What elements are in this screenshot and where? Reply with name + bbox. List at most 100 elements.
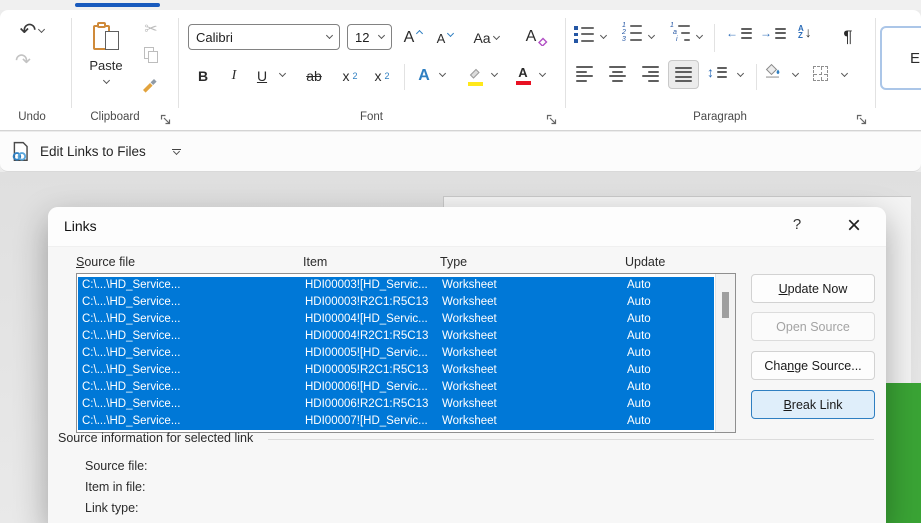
link-type-label: Link type: — [85, 501, 139, 515]
grow-font-button[interactable]: A — [400, 26, 426, 50]
active-tab-underline — [75, 3, 160, 7]
line-spacing-button[interactable]: ↕ — [707, 64, 727, 80]
links-cell: HDI00003![HD_Servic... — [305, 279, 428, 291]
ribbon: ↶ ↷ Undo Paste ✂ Clipboard — [0, 10, 921, 131]
italic-button[interactable]: I — [224, 64, 244, 88]
group-separator — [71, 18, 72, 108]
links-table-row[interactable]: C:\...\HD_Service...HDI00005![HD_Servic.… — [78, 345, 714, 362]
links-cell: Worksheet — [442, 313, 497, 325]
decrease-indent-button[interactable]: ← — [726, 26, 752, 40]
styles-gallery-preview[interactable]: E — [880, 26, 921, 90]
links-cell: C:\...\HD_Service... — [82, 330, 180, 342]
links-table-row[interactable]: C:\...\HD_Service...HDI00005!R2C1:R5C13W… — [78, 362, 714, 379]
font-color-button[interactable]: A — [510, 62, 536, 90]
column-header-source-file: Source file — [76, 255, 135, 269]
undo-button[interactable]: ↶ — [8, 18, 56, 44]
highlighter-icon — [467, 67, 483, 86]
links-cell: Auto — [627, 313, 651, 325]
bullets-button[interactable] — [574, 26, 594, 43]
edit-links-to-files-icon[interactable] — [10, 141, 32, 163]
item-in-file-label: Item in file: — [85, 480, 145, 494]
bold-button[interactable]: B — [192, 64, 214, 88]
links-table-row[interactable]: C:\...\HD_Service...HDI00003!R2C1:R5C13W… — [78, 294, 714, 311]
underline-dropdown-icon[interactable] — [279, 70, 286, 77]
edit-links-to-files-label[interactable]: Edit Links to Files — [40, 144, 146, 159]
multilevel-list-button[interactable]: 1 a i — [670, 24, 690, 42]
links-cell: HDI00004!R2C1:R5C13 — [305, 330, 428, 342]
pilcrow-icon: ¶ — [843, 27, 852, 47]
shading-button[interactable] — [764, 62, 782, 79]
open-source-button[interactable]: Open Source — [751, 312, 875, 341]
redo-button[interactable]: ↷ — [8, 48, 38, 74]
subscript-button[interactable]: x2 — [338, 64, 362, 88]
links-cell: Worksheet — [442, 279, 497, 291]
links-dialog-titlebar — [48, 207, 886, 247]
numbering-dropdown-icon[interactable] — [648, 32, 655, 39]
scrollbar-thumb[interactable] — [722, 292, 729, 318]
highlight-dropdown-icon[interactable] — [491, 70, 498, 77]
superscript-button[interactable]: x2 — [370, 64, 394, 88]
close-icon[interactable]: × — [840, 211, 868, 241]
paste-button[interactable]: Paste — [82, 16, 130, 106]
break-link-button[interactable]: Break Link — [751, 390, 875, 419]
cut-button[interactable]: ✂ — [138, 18, 164, 40]
chevron-down-icon — [378, 32, 385, 39]
align-center-button[interactable] — [609, 66, 626, 82]
underline-button[interactable]: U — [252, 64, 272, 88]
font-dialog-launcher-icon[interactable] — [546, 112, 558, 124]
links-cell: C:\...\HD_Service... — [82, 415, 180, 427]
highlight-button[interactable] — [462, 62, 488, 90]
copy-icon — [144, 47, 159, 63]
links-table-row[interactable]: C:\...\HD_Service...HDI00003![HD_Servic.… — [78, 277, 714, 294]
font-size-value: 12 — [355, 30, 369, 45]
links-cell: HDI00003!R2C1:R5C13 — [305, 296, 428, 308]
line-spacing-dropdown-icon[interactable] — [737, 70, 744, 77]
links-table-row[interactable]: C:\...\HD_Service...HDI00006!R2C1:R5C13W… — [78, 396, 714, 413]
numbering-button[interactable]: 1 2 3 — [622, 24, 642, 42]
help-button[interactable]: ? — [786, 216, 808, 233]
borders-button[interactable] — [813, 66, 828, 81]
align-right-button[interactable] — [642, 66, 659, 82]
increase-indent-button[interactable]: → — [760, 26, 786, 40]
font-name-select[interactable]: Calibri — [188, 24, 340, 50]
source-info-header: Source information for selected link — [58, 431, 253, 445]
format-painter-button[interactable] — [137, 72, 163, 96]
chevron-down-icon — [326, 32, 333, 39]
align-left-button[interactable] — [576, 66, 593, 82]
change-case-button[interactable]: Aa — [468, 26, 504, 50]
font-color-icon: A — [516, 67, 531, 85]
text-effects-dropdown-icon[interactable] — [439, 70, 446, 77]
links-table-row[interactable]: C:\...\HD_Service...HDI00006![HD_Servic.… — [78, 379, 714, 396]
justify-button[interactable] — [668, 60, 699, 89]
change-source-button[interactable]: Change Source... — [751, 351, 875, 380]
bullets-dropdown-icon[interactable] — [600, 32, 607, 39]
links-list[interactable]: C:\...\HD_Service... HDI00003![HD_Servic.… — [76, 273, 736, 433]
font-size-select[interactable]: 12 — [347, 24, 392, 50]
update-now-button[interactable]: Update Now — [751, 274, 875, 303]
links-cell: Worksheet — [442, 296, 497, 308]
toolbar-collapse-chevron-icon[interactable] — [172, 149, 181, 154]
links-table-row[interactable]: C:\...\HD_Service...HDI00007![HD_Servic.… — [78, 413, 714, 430]
group-separator — [875, 18, 876, 108]
links-cell: Worksheet — [442, 398, 497, 410]
multilevel-list-icon: 1 a i — [670, 24, 690, 42]
borders-dropdown-icon[interactable] — [841, 70, 848, 77]
clipboard-dialog-launcher-icon[interactable] — [160, 112, 172, 124]
copy-button[interactable] — [140, 44, 162, 66]
text-effects-button[interactable]: A — [412, 64, 436, 88]
clear-formatting-button[interactable]: A — [522, 24, 552, 50]
strikethrough-button[interactable]: ab — [300, 64, 328, 88]
links-list-scrollbar[interactable] — [715, 274, 735, 432]
multilevel-dropdown-icon[interactable] — [696, 32, 703, 39]
paragraph-dialog-launcher-icon[interactable] — [856, 112, 868, 124]
links-rows: C:\...\HD_Service... HDI00003![HD_Servic.… — [78, 277, 714, 430]
links-cell: Auto — [627, 398, 651, 410]
links-cell: Worksheet — [442, 415, 497, 427]
font-color-dropdown-icon[interactable] — [539, 70, 546, 77]
shrink-font-button[interactable]: A — [432, 26, 458, 50]
sort-button[interactable]: AZ ↓ — [798, 24, 812, 40]
show-hide-marks-button[interactable]: ¶ — [838, 24, 858, 50]
shading-dropdown-icon[interactable] — [792, 70, 799, 77]
links-table-row[interactable]: C:\...\HD_Service...HDI00004!R2C1:R5C13W… — [78, 328, 714, 345]
links-table-row[interactable]: C:\...\HD_Service...HDI00004![HD_Servic.… — [78, 311, 714, 328]
